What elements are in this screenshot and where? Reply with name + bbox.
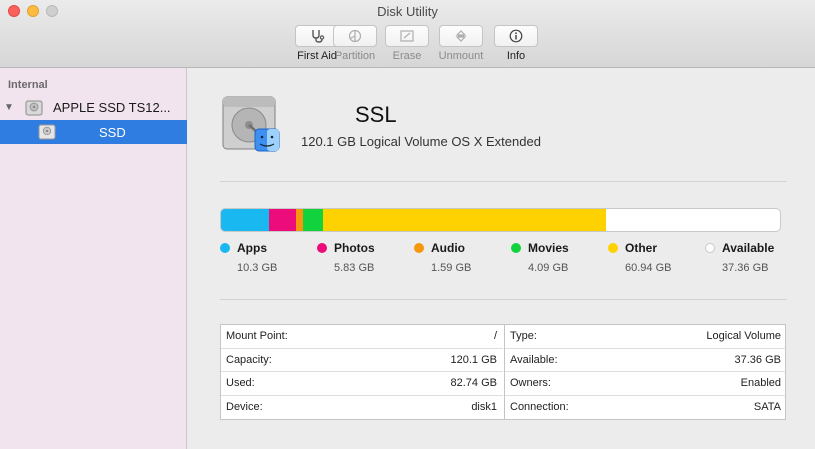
- info-key: Capacity:: [226, 353, 272, 366]
- legend-value: 5.83 GB: [334, 262, 375, 274]
- window-toolbar: Disk Utility First Aid Partition Erase U…: [0, 0, 815, 68]
- info-key: Device:: [226, 400, 263, 413]
- legend-name: Movies: [528, 241, 569, 255]
- legend-name: Apps: [237, 241, 267, 255]
- usage-segment-photos: [268, 209, 297, 231]
- volume-name: SSL: [355, 102, 397, 127]
- sidebar-disk-name: APPLE SSD TS12...: [53, 100, 171, 115]
- info-row: Capacity: 120.1 GB: [221, 349, 503, 372]
- info-value: 37.36 GB: [734, 353, 781, 366]
- info-value: 120.1 GB: [450, 353, 497, 366]
- legend-value: 10.3 GB: [237, 262, 278, 274]
- divider: [220, 181, 787, 182]
- unmount-icon: [455, 30, 467, 42]
- disclosure-triangle-icon[interactable]: ▼: [4, 102, 14, 113]
- info-key: Mount Point:: [226, 330, 288, 342]
- info-value: Logical Volume: [706, 330, 781, 342]
- sidebar-item-disk[interactable]: ▼ APPLE SSD TS12...: [0, 96, 187, 120]
- sidebar-section-internal: Internal: [8, 79, 48, 91]
- info-key: Owners:: [510, 377, 551, 389]
- info-button[interactable]: Info: [475, 25, 557, 62]
- legend-dot-icon: [414, 243, 424, 253]
- usage-segment-apps: [221, 209, 269, 231]
- window-title: Disk Utility: [377, 4, 438, 19]
- info-row: Mount Point: /: [221, 325, 503, 349]
- legend-name: Available: [722, 241, 775, 255]
- legend-name: Photos: [334, 241, 375, 255]
- info-column-left: Mount Point: / Capacity: 120.1 GB Used: 82.74…: [221, 325, 504, 419]
- sidebar-volume-name: SSD: [99, 125, 126, 140]
- main-panel: SSL 120.1 GB Logical Volume OS X Extende…: [188, 68, 815, 449]
- legend-name: Audio: [431, 241, 465, 255]
- legend-value: 37.36 GB: [722, 262, 769, 274]
- info-value: /: [493, 330, 497, 342]
- usage-segment-audio: [296, 209, 304, 231]
- hard-drive-icon: [25, 99, 43, 120]
- info-key: Available:: [510, 353, 558, 366]
- legend-value: 4.09 GB: [528, 262, 569, 274]
- info-column-right: Type: Logical Volume Available: 37.36 GB Own…: [504, 325, 787, 419]
- erase-icon: [400, 30, 414, 42]
- sidebar-item-volume[interactable]: SSD: [0, 120, 187, 144]
- usage-segment-other: [322, 209, 607, 231]
- legend-value: 60.94 GB: [625, 262, 672, 274]
- legend-value: 1.59 GB: [431, 262, 472, 274]
- info-row: Connection: SATA: [505, 396, 787, 420]
- info-value: Enabled: [740, 377, 781, 389]
- info-key: Type:: [510, 330, 537, 342]
- info-row: Used: 82.74 GB: [221, 372, 503, 396]
- sidebar: Internal ▼ APPLE SSD TS12... SSD: [0, 68, 187, 449]
- legend-dot-icon: [220, 243, 230, 253]
- legend-dot-icon: [608, 243, 618, 253]
- legend-dot-icon: [511, 243, 521, 253]
- divider: [220, 299, 787, 300]
- info-table: Mount Point: / Capacity: 120.1 GB Used: 82.74…: [220, 324, 787, 420]
- info-key: Connection:: [510, 400, 569, 413]
- info-row: Device: disk1: [221, 396, 503, 420]
- info-icon: [509, 29, 523, 43]
- info-row: Available: 37.36 GB: [505, 349, 787, 372]
- volume-drive-large-icon: [221, 93, 283, 158]
- usage-bar: [220, 208, 781, 232]
- info-value: SATA: [753, 400, 781, 413]
- legend-dot-icon: [317, 243, 327, 253]
- volume-drive-icon: [38, 124, 56, 143]
- info-value: 82.74 GB: [450, 377, 497, 389]
- volume-description: 120.1 GB Logical Volume OS X Extended: [301, 134, 541, 149]
- legend-name: Other: [625, 241, 658, 255]
- info-key: Used:: [226, 377, 255, 389]
- usage-segment-movies: [303, 209, 323, 231]
- partition-pie-icon: [348, 29, 362, 43]
- info-value: disk1: [471, 400, 497, 413]
- info-row: Owners: Enabled: [505, 372, 787, 396]
- info-button-frame[interactable]: [494, 25, 538, 47]
- info-label: Info: [506, 50, 526, 62]
- legend-dot-icon: [705, 243, 715, 253]
- info-row: Type: Logical Volume: [505, 325, 787, 349]
